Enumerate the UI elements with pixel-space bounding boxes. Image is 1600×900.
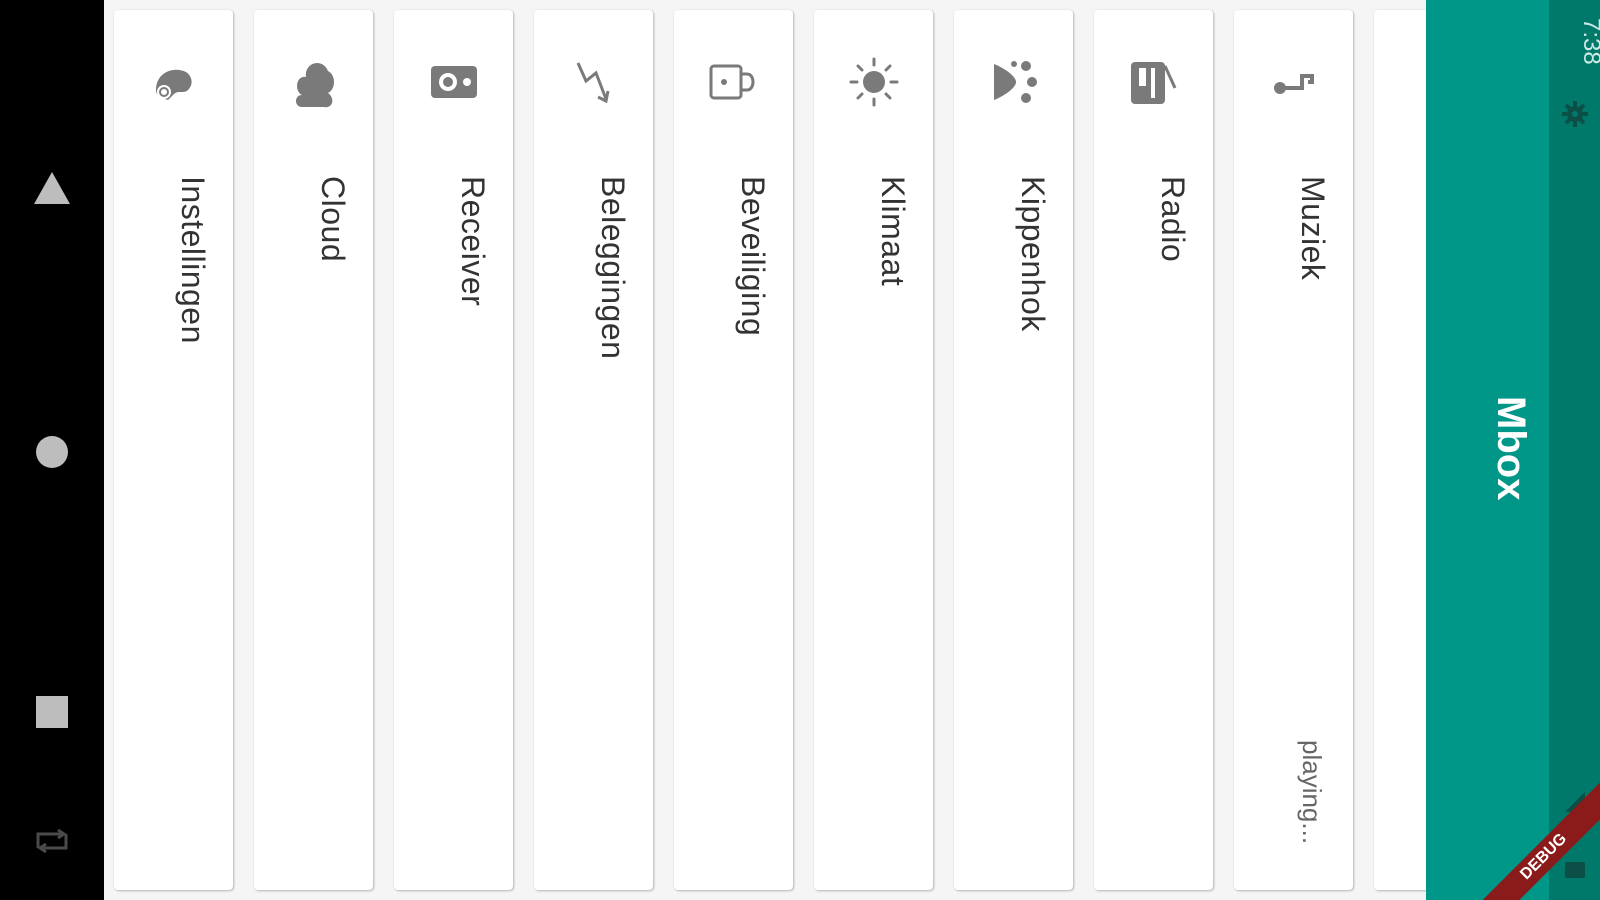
tile-label: Muziek <box>1295 176 1331 281</box>
tile-label: Cloud <box>315 176 351 263</box>
tile-cloud[interactable]: Cloud <box>254 10 373 890</box>
tile-list: Instellingen Cloud Receiver Beleggingen … <box>104 0 1426 900</box>
tile-partial[interactable] <box>1374 10 1426 890</box>
tile-kippenhok[interactable]: Kippenhok <box>954 10 1073 890</box>
rotate-icon[interactable] <box>0 826 104 856</box>
settings-icon <box>1561 100 1589 133</box>
tile-beveiliging[interactable]: Beveiliging <box>674 10 793 890</box>
tile-label: Instellingen <box>175 176 211 344</box>
app-bar: Mbox <box>1426 0 1549 900</box>
tile-label: Beveiliging <box>735 176 771 337</box>
tile-label: Kippenhok <box>1015 176 1051 332</box>
tile-instellingen[interactable]: Instellingen <box>114 10 233 890</box>
paw-icon <box>954 52 1073 112</box>
trending-icon <box>534 52 653 112</box>
tile-label: Klimaat <box>875 176 911 287</box>
lock-icon <box>674 52 793 112</box>
status-time: 7:38 <box>1578 18 1600 65</box>
app-title: Mbox <box>1489 396 1533 501</box>
tile-label: Radio <box>1155 176 1191 263</box>
radio-icon <box>1094 52 1213 112</box>
speaker-icon <box>394 52 513 112</box>
back-triangle-icon[interactable] <box>0 166 104 210</box>
tile-muziek[interactable]: Muziek playing... <box>1234 10 1353 890</box>
now-playing-status: playing... <box>1297 740 1327 845</box>
status-bar: 7:38 <box>1549 0 1600 900</box>
sun-icon <box>814 52 933 112</box>
tile-radio[interactable]: Radio <box>1094 10 1213 890</box>
chameleon-icon <box>114 52 233 112</box>
tile-label: Beleggingen <box>595 176 631 360</box>
signal-icon <box>1563 790 1587 819</box>
tile-klimaat[interactable]: Klimaat <box>814 10 933 890</box>
recents-square-icon[interactable] <box>0 690 104 734</box>
tile-label: Receiver <box>455 176 491 307</box>
music-note-icon <box>1234 52 1353 112</box>
home-circle-icon[interactable] <box>0 430 104 474</box>
cloud-icon <box>254 52 373 112</box>
battery-icon <box>1563 858 1587 885</box>
tile-receiver[interactable]: Receiver <box>394 10 513 890</box>
navigation-bar <box>0 0 104 900</box>
tile-beleggingen[interactable]: Beleggingen <box>534 10 653 890</box>
